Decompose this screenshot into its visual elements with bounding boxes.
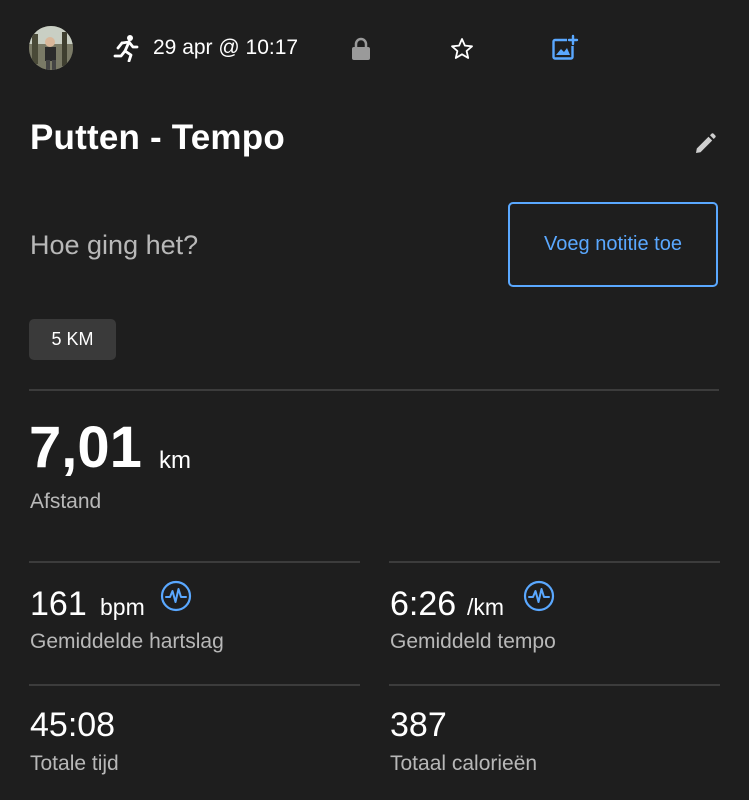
- divider: [389, 684, 720, 686]
- pulse-icon[interactable]: [523, 580, 555, 612]
- lock-icon[interactable]: [348, 36, 374, 62]
- total-time-stat[interactable]: 45:08 Totale tijd: [29, 700, 360, 780]
- pace-stat[interactable]: 6:26 /km Gemiddeld tempo: [389, 578, 720, 658]
- running-icon: [111, 33, 141, 63]
- note-prompt: Hoe ging het?: [30, 230, 199, 260]
- pulse-icon[interactable]: [160, 580, 192, 612]
- distance-tag-chip[interactable]: 5 KM: [29, 319, 116, 360]
- total-time-value: 45:08: [30, 706, 116, 744]
- total-time-label: Totale tijd: [30, 752, 119, 775]
- distance-value: 7,01: [29, 415, 142, 480]
- heart-rate-unit: bpm: [100, 594, 145, 620]
- calories-label: Totaal calorieën: [390, 752, 538, 775]
- activity-title: Putten - Tempo: [30, 118, 285, 157]
- heart-rate-label: Gemiddelde hartslag: [30, 630, 224, 653]
- divider: [29, 684, 360, 686]
- pace-unit: /km: [467, 594, 505, 620]
- divider: [29, 561, 360, 563]
- pencil-icon[interactable]: [690, 129, 720, 159]
- calories-value: 387: [390, 706, 447, 744]
- heart-rate-stat[interactable]: 161 bpm Gemiddelde hartslag: [29, 578, 360, 658]
- divider: [389, 561, 720, 563]
- distance-unit: km: [159, 447, 191, 474]
- add-photo-icon[interactable]: [550, 33, 580, 63]
- star-outline-icon[interactable]: [448, 35, 476, 63]
- calories-stat[interactable]: 387 Totaal calorieën: [389, 700, 720, 780]
- add-note-button[interactable]: Voeg notitie toe: [508, 202, 718, 287]
- distance-label: Afstand: [30, 490, 102, 513]
- pace-label: Gemiddeld tempo: [390, 630, 556, 653]
- heart-rate-value: 161: [30, 585, 87, 623]
- activity-date-time: 29 apr @ 10:17: [153, 36, 299, 59]
- divider: [29, 389, 719, 391]
- pace-value: 6:26: [390, 585, 457, 623]
- avatar[interactable]: [29, 26, 73, 70]
